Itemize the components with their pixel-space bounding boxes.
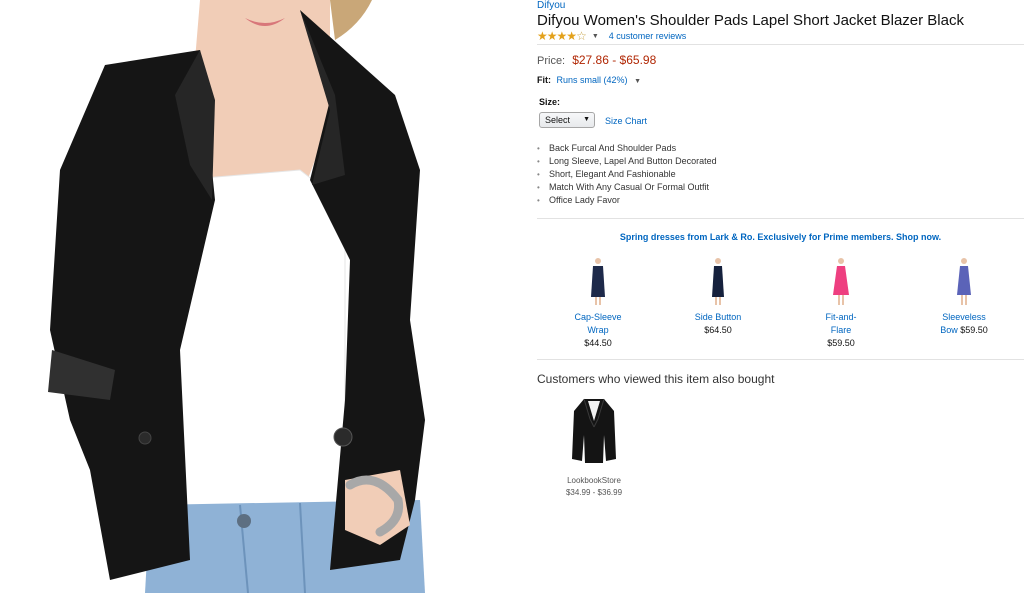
price-value: $27.86 - $65.98 bbox=[572, 53, 657, 67]
rating-row: ★★★★☆ ▼ 4 customer reviews bbox=[537, 30, 686, 42]
rating-dropdown-icon[interactable]: ▼ bbox=[592, 33, 599, 40]
star-icon: ★ bbox=[537, 29, 548, 43]
half-star-icon: ★ bbox=[566, 29, 577, 43]
also-bought-item[interactable]: LookbookStore $34.99 - $36.99 bbox=[559, 397, 629, 499]
promo-item-name: Cap-Sleeve bbox=[574, 312, 622, 322]
product-title: Difyou Women's Shoulder Pads Lapel Short… bbox=[537, 12, 964, 29]
promo-item-name-price-line: Bow $59.50 bbox=[926, 324, 1002, 337]
promo-item-price: $59.50 bbox=[960, 325, 988, 335]
fit-row: Fit: Runs small (42%) ▼ bbox=[537, 75, 651, 85]
blazer-thumbnail bbox=[572, 398, 616, 463]
fit-value-link[interactable]: Runs small (42%) bbox=[557, 75, 628, 85]
product-main-image[interactable] bbox=[0, 0, 520, 594]
divider bbox=[537, 218, 1024, 219]
feature-bullet: Office Lady Favor bbox=[537, 194, 717, 207]
promo-item[interactable]: Side Button $64.50 bbox=[680, 257, 756, 337]
divider bbox=[537, 359, 1024, 360]
promo-item-name: Side Button bbox=[694, 312, 742, 322]
feature-bullet: Match With Any Casual Or Formal Outfit bbox=[537, 181, 717, 194]
dress-thumbnail bbox=[957, 258, 971, 305]
promo-headline-link[interactable]: Spring dresses from Lark & Ro. Exclusive… bbox=[537, 232, 1024, 242]
size-chart-link[interactable]: Size Chart bbox=[605, 116, 647, 126]
price-label: Price: bbox=[537, 55, 566, 67]
size-select[interactable]: Select ▼ bbox=[539, 112, 595, 128]
star-icon: ★ bbox=[556, 29, 568, 43]
fit-label: Fit: bbox=[537, 75, 551, 85]
reviews-link[interactable]: 4 customer reviews bbox=[609, 31, 687, 41]
size-select-value: Select bbox=[545, 115, 571, 125]
promo-items: Cap-Sleeve Wrap $44.50 Side Button $64.5… bbox=[537, 257, 1024, 352]
feature-bullets: Back Furcal And Shoulder Pads Long Sleev… bbox=[537, 142, 717, 207]
promo-item-name: Bow bbox=[940, 325, 958, 335]
also-bought-price: $34.99 - $36.99 bbox=[565, 488, 623, 497]
chevron-down-icon: ▼ bbox=[583, 116, 590, 123]
empty-star-icon: ☆ bbox=[576, 29, 587, 43]
promo-item-price: $44.50 bbox=[584, 338, 612, 348]
promo-item-name: Wrap bbox=[587, 325, 609, 335]
promo-item[interactable]: Cap-Sleeve Wrap $44.50 bbox=[560, 257, 636, 350]
also-bought-heading: Customers who viewed this item also boug… bbox=[537, 372, 775, 386]
promo-item-name: Flare bbox=[830, 325, 852, 335]
also-bought-store: LookbookStore bbox=[567, 476, 621, 485]
feature-bullet: Back Furcal And Shoulder Pads bbox=[537, 142, 717, 155]
size-label: Size: bbox=[539, 97, 561, 107]
promo-item[interactable]: Fit-and- Flare $59.50 bbox=[803, 257, 879, 350]
fit-dropdown-icon[interactable]: ▼ bbox=[634, 78, 641, 85]
blazer-model-photo bbox=[48, 0, 425, 594]
promo-item[interactable]: Sleeveless Bow $59.50 bbox=[926, 257, 1002, 337]
promo-item-price: $64.50 bbox=[704, 325, 732, 335]
promo-item-name: Sleeveless bbox=[942, 312, 986, 322]
star-rating[interactable]: ★★★★☆ bbox=[537, 29, 587, 43]
dress-thumbnail bbox=[833, 258, 849, 305]
divider bbox=[537, 44, 1024, 45]
brand-link[interactable]: Difyou bbox=[537, 0, 565, 11]
promo-item-price: $59.50 bbox=[827, 338, 855, 348]
dress-thumbnail bbox=[591, 258, 605, 305]
feature-bullet: Short, Elegant And Fashionable bbox=[537, 168, 717, 181]
price-row: Price: $27.86 - $65.98 bbox=[537, 53, 656, 67]
feature-bullet: Long Sleeve, Lapel And Button Decorated bbox=[537, 155, 717, 168]
promo-item-name: Fit-and- bbox=[825, 312, 857, 322]
dress-thumbnail bbox=[712, 258, 724, 305]
star-icon: ★ bbox=[546, 29, 558, 43]
